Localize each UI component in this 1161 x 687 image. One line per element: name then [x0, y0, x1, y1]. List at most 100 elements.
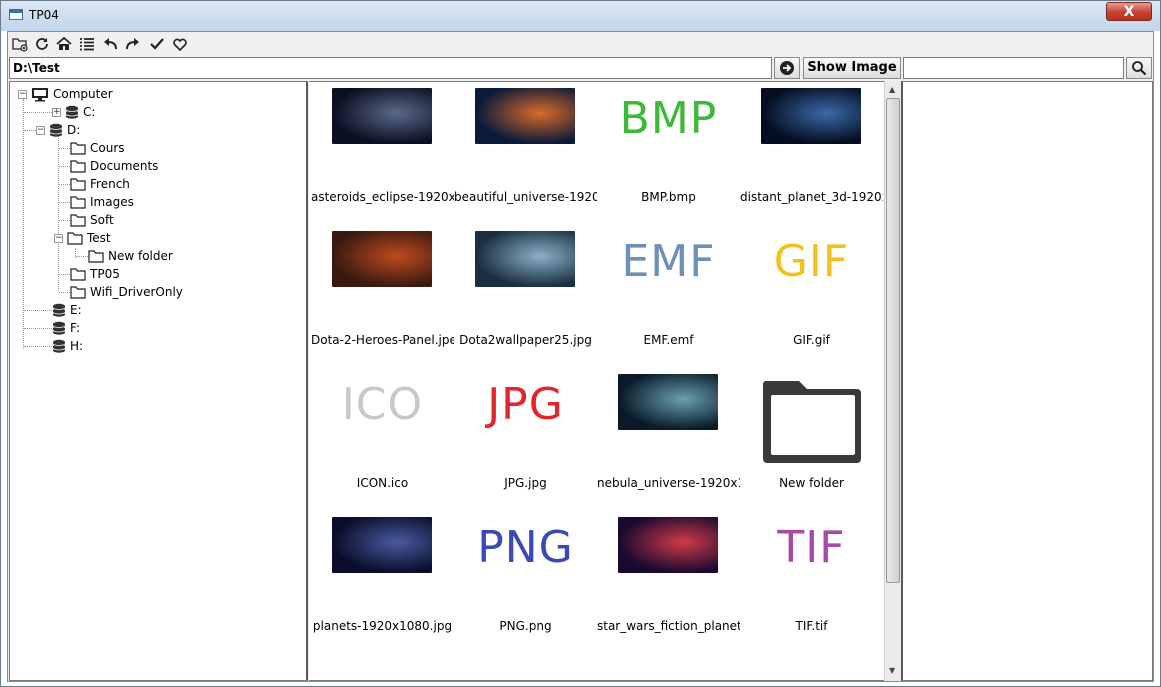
tree-connector-line	[24, 346, 52, 347]
folder-icon	[88, 249, 108, 263]
tree-connector-line	[58, 135, 59, 291]
image-thumbnail	[332, 231, 432, 287]
tree-node-e-drive[interactable]: E:	[52, 301, 82, 319]
window-title: TP04	[29, 8, 59, 22]
app-window: TP04 X D:\Test Show Image − Computer + C…	[0, 0, 1161, 687]
tree-node-computer[interactable]: − Computer	[18, 85, 113, 103]
tree-node-tp05[interactable]: TP05	[70, 265, 120, 283]
tree-node-label: Soft	[90, 213, 114, 227]
drive-icon	[65, 105, 83, 120]
tree-connector-line	[59, 202, 70, 203]
tree-node-h-drive[interactable]: H:	[52, 337, 83, 355]
tree-node-f-drive[interactable]: F:	[52, 319, 80, 337]
collapse-icon[interactable]: −	[36, 125, 45, 135]
collapse-icon[interactable]: −	[18, 89, 27, 99]
search-button[interactable]	[1126, 57, 1152, 79]
tree-node-label: Documents	[90, 159, 159, 173]
tree-node-new-folder[interactable]: New folder	[88, 247, 173, 265]
file-item[interactable]: star_wars_fiction_planet...	[597, 514, 740, 657]
path-input[interactable]: D:\Test	[9, 57, 772, 79]
format-thumbnail: PNG	[477, 522, 574, 573]
folder-icon	[70, 213, 90, 227]
file-item[interactable]: EMF EMF.emf	[597, 228, 740, 371]
list-icon[interactable]	[78, 35, 96, 53]
file-item[interactable]: Dota2wallpaper25.jpg	[454, 228, 597, 371]
heart-icon[interactable]	[171, 35, 189, 53]
scroll-down-icon[interactable]: ▼	[889, 666, 895, 675]
tree-node-images[interactable]: Images	[70, 193, 134, 211]
file-item[interactable]: GIF GIF.gif	[740, 228, 883, 371]
redo-icon[interactable]	[124, 35, 142, 53]
tree-connector-line	[24, 310, 52, 311]
scrollbar-thumb[interactable]	[886, 98, 900, 583]
file-caption: Dota2wallpaper25.jpg	[459, 333, 592, 347]
check-icon[interactable]	[148, 35, 166, 53]
image-thumbnail	[475, 88, 575, 144]
file-item[interactable]: distant_planet_3d-1920x...	[740, 85, 883, 228]
file-caption: JPG.jpg	[504, 476, 547, 490]
file-item[interactable]: Dota-2-Heroes-Panel.jpeg	[311, 228, 454, 371]
folder-tree[interactable]: − Computer + C: − D: Cours Documents French Image…	[9, 81, 308, 681]
tree-node-soft[interactable]: Soft	[70, 211, 114, 229]
tree-node-cours[interactable]: Cours	[70, 139, 125, 157]
format-thumbnail: ICO	[341, 379, 424, 430]
toolbar	[8, 32, 1153, 56]
file-caption: New folder	[779, 476, 844, 490]
expand-icon[interactable]: +	[52, 107, 61, 117]
file-caption: EMF.emf	[643, 333, 694, 347]
file-caption: TIF.tif	[795, 619, 828, 633]
tree-node-label: Test	[87, 231, 111, 245]
tree-connector-line	[59, 148, 70, 149]
tree-node-c-drive[interactable]: + C:	[52, 103, 95, 121]
go-button[interactable]	[774, 57, 800, 79]
refresh-icon[interactable]	[33, 35, 51, 53]
image-thumbnail	[618, 374, 718, 430]
tree-node-wifi-driveronly[interactable]: Wifi_DriverOnly	[70, 283, 183, 301]
tree-node-label: D:	[67, 123, 81, 137]
search-input[interactable]	[903, 57, 1124, 79]
tree-node-label: Cours	[90, 141, 125, 155]
file-caption: distant_planet_3d-1920x...	[740, 190, 883, 204]
tree-node-documents[interactable]: Documents	[70, 157, 158, 175]
collapse-icon[interactable]: −	[54, 233, 63, 243]
close-button[interactable]: X	[1106, 2, 1152, 21]
file-item[interactable]: planets-1920x1080.jpg	[311, 514, 454, 657]
file-caption: nebula_universe-1920x1...	[597, 476, 740, 490]
tree-node-test[interactable]: − Test	[54, 229, 111, 247]
file-grid[interactable]: asteroids_eclipse-1920x... beautiful_univ…	[309, 81, 902, 681]
show-image-button[interactable]: Show Image	[803, 57, 901, 79]
file-item[interactable]: BMP BMP.bmp	[597, 85, 740, 228]
tree-node-french[interactable]: French	[70, 175, 130, 193]
tree-node-label: Computer	[53, 87, 113, 101]
file-item[interactable]: JPG JPG.jpg	[454, 371, 597, 514]
file-item[interactable]: asteroids_eclipse-1920x...	[311, 85, 454, 228]
format-thumbnail: EMF	[621, 236, 716, 287]
title-bar[interactable]: TP04 X	[1, 1, 1160, 31]
new-folder-icon[interactable]	[11, 35, 29, 53]
tree-node-label: E:	[70, 303, 82, 317]
file-item[interactable]: nebula_universe-1920x1...	[597, 371, 740, 514]
folder-icon	[70, 195, 90, 209]
home-icon[interactable]	[55, 35, 73, 53]
tree-node-d-drive[interactable]: − D:	[36, 121, 80, 139]
file-caption: PNG.png	[499, 619, 552, 633]
tree-connector-line	[59, 292, 70, 293]
file-item[interactable]: ICO ICON.ico	[311, 371, 454, 514]
file-caption: GIF.gif	[793, 333, 830, 347]
file-item[interactable]: TIF TIF.tif	[740, 514, 883, 657]
file-item[interactable]: beautiful_universe-1920...	[454, 85, 597, 228]
tree-connector-line	[76, 256, 88, 257]
folder-icon	[67, 231, 87, 245]
format-thumbnail: BMP	[619, 93, 718, 144]
undo-icon[interactable]	[101, 35, 119, 53]
scroll-up-icon[interactable]: ▲	[889, 85, 895, 94]
file-item[interactable]: PNG PNG.png	[454, 514, 597, 657]
tree-node-label: New folder	[108, 249, 173, 263]
tree-node-label: French	[90, 177, 130, 191]
file-caption: beautiful_universe-1920...	[454, 190, 597, 204]
file-caption: BMP.bmp	[641, 190, 696, 204]
vertical-scrollbar[interactable]: ▲ ▼	[884, 81, 901, 681]
tree-connector-line	[59, 220, 70, 221]
tree-connector-line	[24, 130, 36, 131]
file-item[interactable]: New folder	[740, 371, 883, 514]
